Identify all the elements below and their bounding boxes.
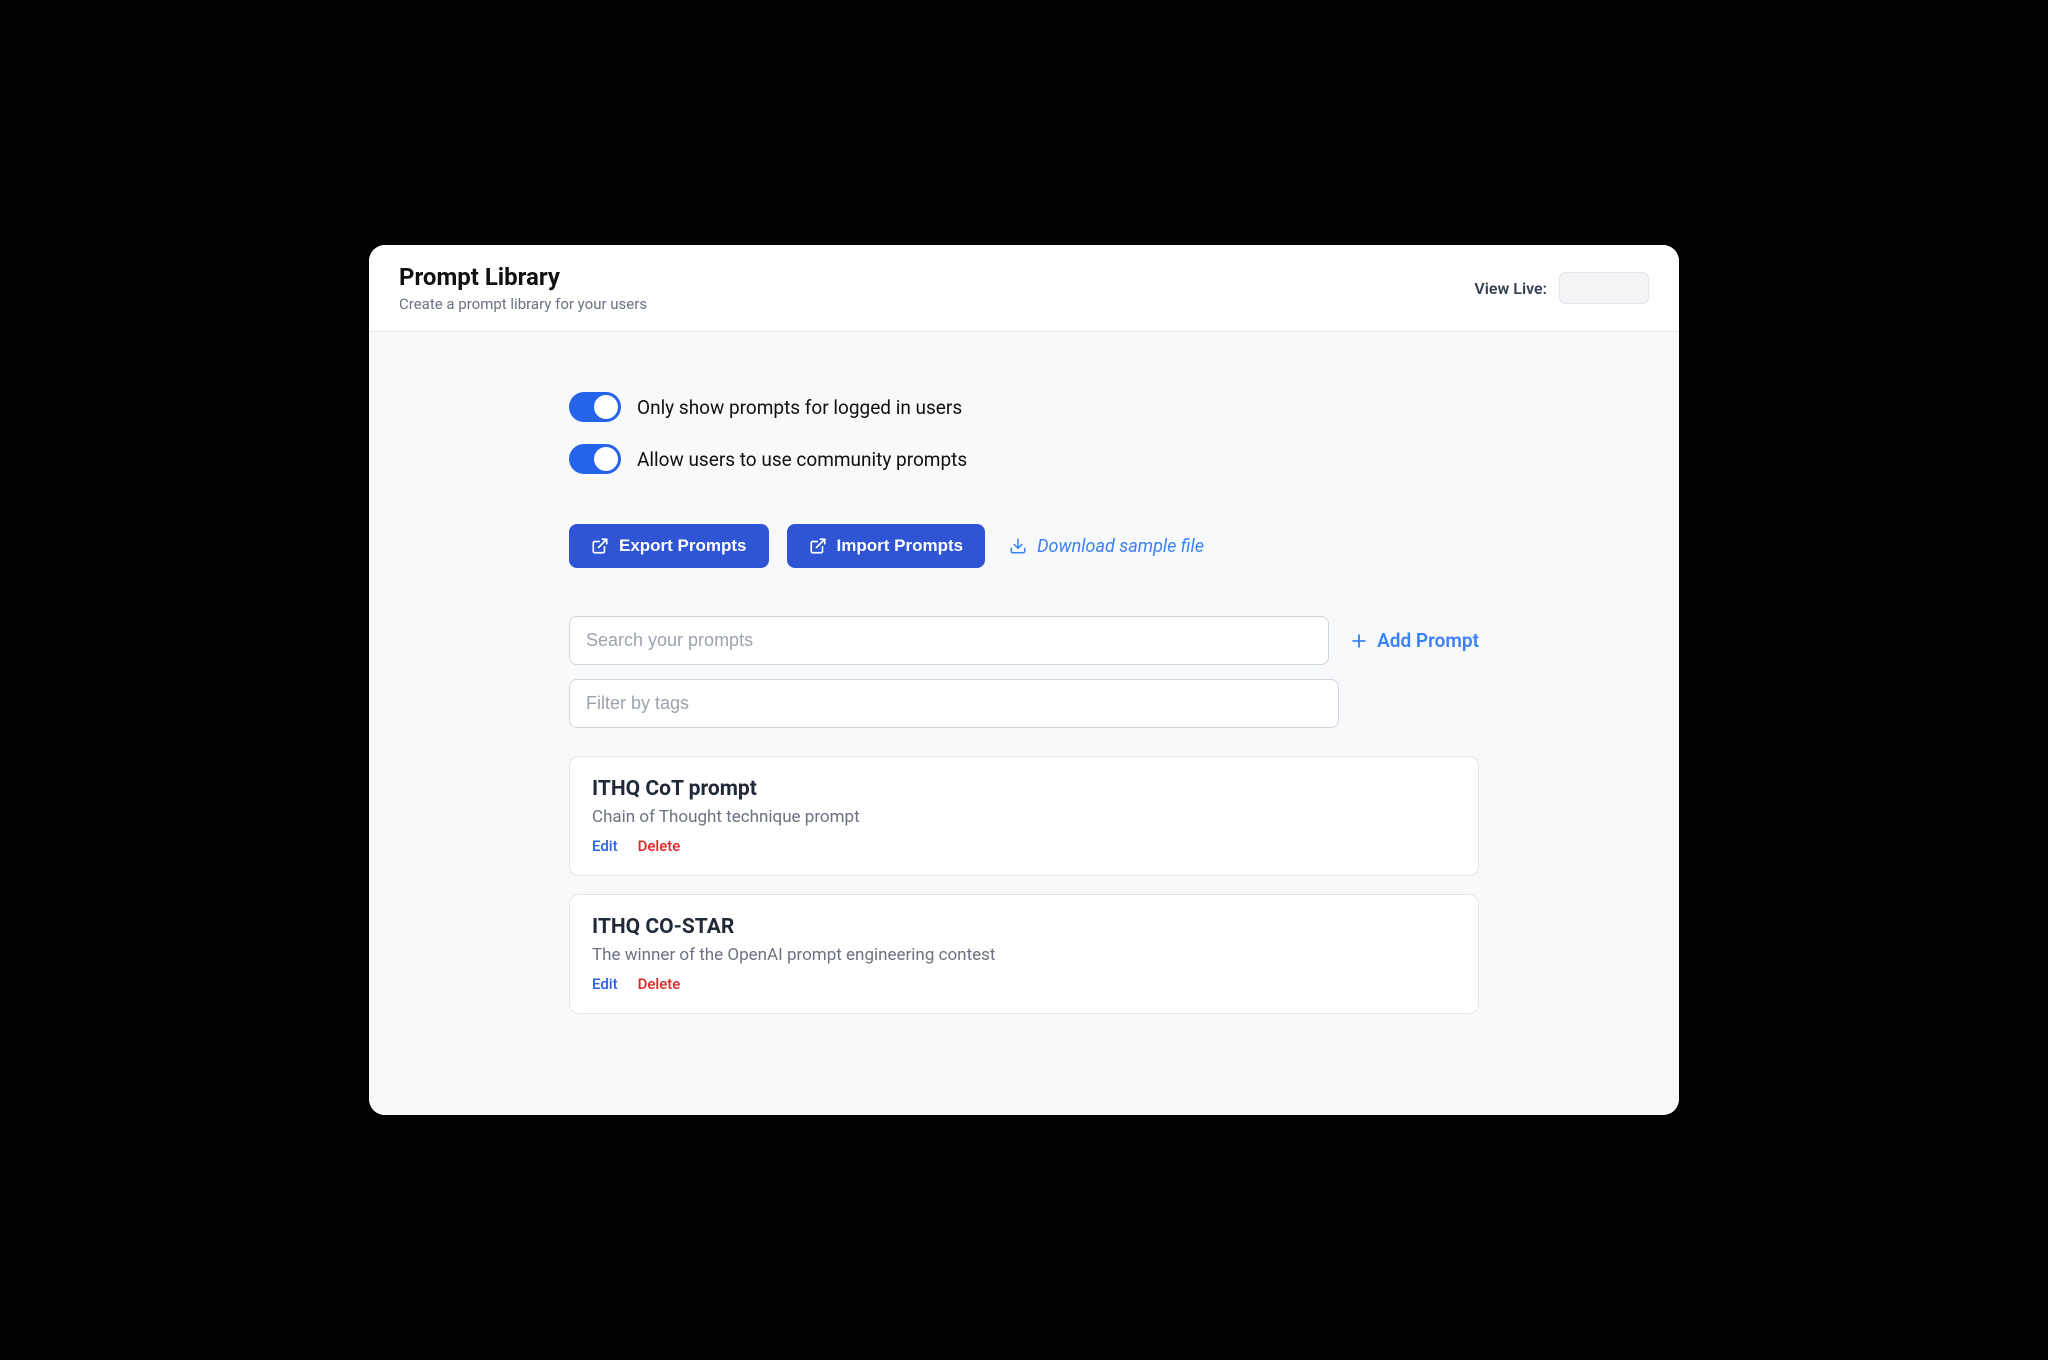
- edit-link[interactable]: Edit: [592, 837, 618, 855]
- content-inner: Only show prompts for logged in users Al…: [559, 392, 1489, 1014]
- prompt-list: ITHQ CoT prompt Chain of Thought techniq…: [569, 756, 1479, 1014]
- search-input[interactable]: [569, 616, 1329, 665]
- toggle-knob: [594, 395, 618, 419]
- filter-row: [569, 679, 1479, 728]
- page-subtitle: Create a prompt library for your users: [399, 295, 647, 313]
- download-sample-link[interactable]: Download sample file: [1009, 536, 1204, 557]
- export-prompts-button[interactable]: Export Prompts: [569, 524, 769, 568]
- prompt-card: ITHQ CO-STAR The winner of the OpenAI pr…: [569, 894, 1479, 1014]
- toggle-logged-in[interactable]: [569, 392, 621, 422]
- toggle-community[interactable]: [569, 444, 621, 474]
- toggle-community-row: Allow users to use community prompts: [569, 444, 1479, 474]
- prompt-title: ITHQ CoT prompt: [592, 777, 1456, 801]
- filter-tags-input[interactable]: [569, 679, 1339, 728]
- external-link-icon: [591, 537, 609, 555]
- view-live-selector[interactable]: [1559, 272, 1649, 304]
- prompt-actions: Edit Delete: [592, 975, 1456, 993]
- plus-icon: [1349, 631, 1369, 651]
- page-header: Prompt Library Create a prompt library f…: [369, 245, 1679, 332]
- prompt-card: ITHQ CoT prompt Chain of Thought techniq…: [569, 756, 1479, 876]
- search-container: [569, 616, 1329, 665]
- toggle-community-label: Allow users to use community prompts: [637, 448, 967, 471]
- prompt-actions: Edit Delete: [592, 837, 1456, 855]
- toggle-knob: [594, 447, 618, 471]
- download-sample-label: Download sample file: [1037, 536, 1204, 557]
- external-link-icon: [809, 537, 827, 555]
- add-prompt-button[interactable]: Add Prompt: [1349, 629, 1479, 652]
- header-right: View Live:: [1474, 272, 1649, 304]
- toggles-section: Only show prompts for logged in users Al…: [569, 392, 1479, 474]
- download-icon: [1009, 537, 1027, 555]
- prompt-title: ITHQ CO-STAR: [592, 915, 1456, 939]
- edit-link[interactable]: Edit: [592, 975, 618, 993]
- prompt-description: Chain of Thought technique prompt: [592, 807, 1456, 827]
- add-prompt-label: Add Prompt: [1377, 629, 1479, 652]
- export-label: Export Prompts: [619, 536, 747, 556]
- content-area: Only show prompts for logged in users Al…: [369, 332, 1679, 1115]
- delete-link[interactable]: Delete: [638, 837, 681, 855]
- app-window: Prompt Library Create a prompt library f…: [369, 245, 1679, 1115]
- import-prompts-button[interactable]: Import Prompts: [787, 524, 986, 568]
- delete-link[interactable]: Delete: [638, 975, 681, 993]
- action-buttons-row: Export Prompts Import Prompts Download s…: [569, 524, 1479, 568]
- search-row: Add Prompt: [569, 616, 1479, 665]
- prompt-description: The winner of the OpenAI prompt engineer…: [592, 945, 1456, 965]
- toggle-logged-in-row: Only show prompts for logged in users: [569, 392, 1479, 422]
- header-left: Prompt Library Create a prompt library f…: [399, 263, 647, 313]
- page-title: Prompt Library: [399, 263, 647, 291]
- import-label: Import Prompts: [837, 536, 964, 556]
- view-live-label: View Live:: [1474, 279, 1547, 298]
- toggle-logged-in-label: Only show prompts for logged in users: [637, 396, 962, 419]
